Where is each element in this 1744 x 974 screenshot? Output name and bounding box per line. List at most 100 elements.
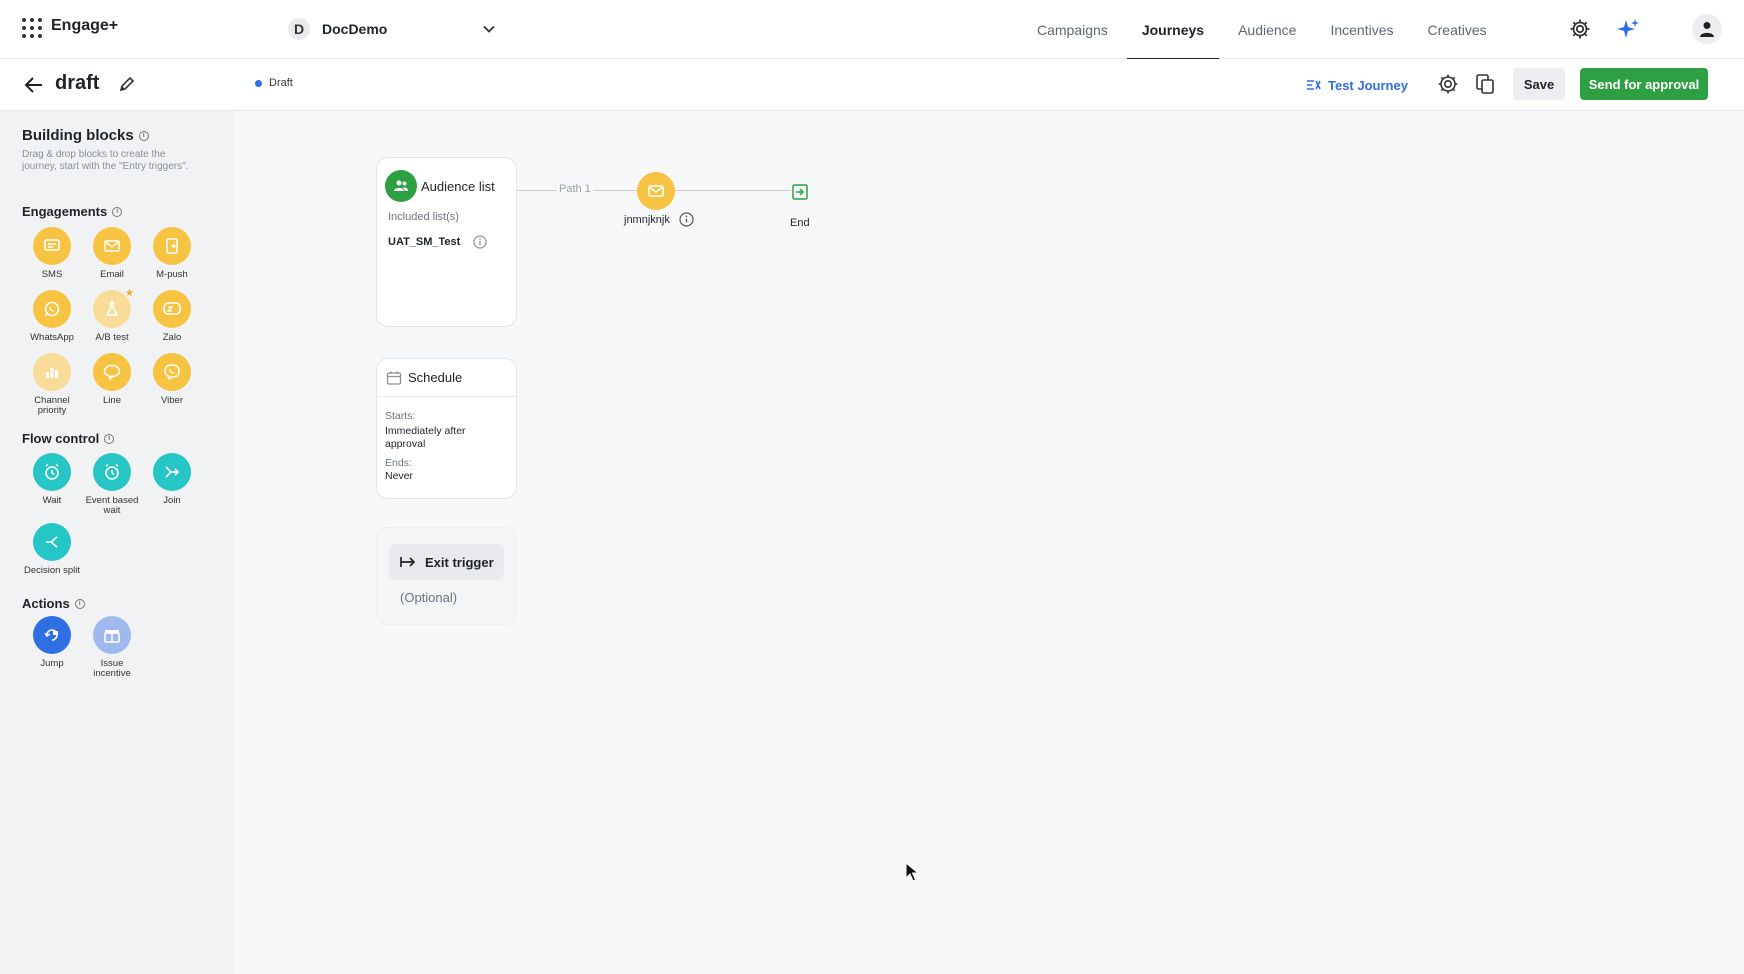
block-channel-priority[interactable]: Channel priority bbox=[22, 353, 82, 416]
settings-gear-icon[interactable] bbox=[1568, 17, 1592, 41]
block-viber[interactable]: Viber bbox=[142, 353, 202, 406]
ab-test-flask-icon: ★ bbox=[93, 288, 134, 328]
block-label: M-push bbox=[156, 269, 188, 280]
test-journey-button[interactable]: Test Journey bbox=[1306, 74, 1408, 96]
test-journey-label: Test Journey bbox=[1328, 77, 1408, 93]
nav-tab-incentives[interactable]: Incentives bbox=[1313, 0, 1410, 59]
journey-settings-icon[interactable] bbox=[1436, 72, 1460, 96]
save-button[interactable]: Save bbox=[1513, 68, 1565, 100]
decision-split-icon bbox=[33, 523, 71, 561]
info-icon[interactable]: i bbox=[112, 206, 123, 217]
whatsapp-icon bbox=[33, 290, 71, 328]
audience-list-card[interactable]: Audience list Included list(s) UAT_SM_Te… bbox=[376, 157, 517, 327]
block-line[interactable]: Line bbox=[82, 353, 142, 406]
back-arrow-icon[interactable] bbox=[22, 73, 46, 97]
nav-tab-creatives[interactable]: Creatives bbox=[1411, 0, 1504, 59]
schedule-starts-label: Starts: bbox=[385, 410, 416, 422]
workspace-name: DocDemo bbox=[322, 21, 388, 37]
block-label: Jump bbox=[40, 658, 64, 669]
schedule-card-header: Schedule bbox=[377, 359, 516, 397]
line-icon bbox=[93, 353, 131, 391]
block-label: Email bbox=[100, 269, 124, 280]
building-blocks-description: Drag & drop blocks to create the journey… bbox=[22, 149, 189, 172]
email-node[interactable] bbox=[637, 172, 675, 210]
building-blocks-title-text: Building blocks bbox=[22, 127, 134, 144]
status-dot bbox=[255, 79, 262, 87]
path-label: Path 1 bbox=[557, 183, 593, 195]
block-join[interactable]: Join bbox=[142, 453, 202, 506]
alarm-clock-icon bbox=[33, 453, 71, 491]
block-label: Wait bbox=[42, 495, 62, 506]
viber-icon bbox=[153, 353, 191, 391]
apps-grid-icon[interactable] bbox=[22, 18, 42, 38]
exit-trigger-optional: (Optional) bbox=[400, 590, 458, 605]
block-label: Join bbox=[163, 495, 181, 506]
jump-icon bbox=[33, 616, 71, 654]
calendar-icon bbox=[386, 371, 402, 385]
journey-title: draft bbox=[55, 72, 100, 94]
schedule-ends-value: Never bbox=[385, 470, 414, 482]
user-avatar[interactable] bbox=[1692, 14, 1722, 44]
schedule-ends-label: Ends: bbox=[385, 457, 412, 469]
block-event-based-wait[interactable]: Event based wait bbox=[82, 453, 142, 516]
chevron-down-icon bbox=[483, 25, 495, 33]
ai-sparkle-icon[interactable] bbox=[1616, 17, 1640, 41]
building-blocks-title: Building blocks i bbox=[22, 127, 149, 144]
status-badge: Draft bbox=[255, 77, 293, 89]
nav-tab-audience[interactable]: Audience bbox=[1221, 0, 1313, 59]
engagements-heading: Engagements i bbox=[22, 204, 123, 219]
nav-tab-campaigns[interactable]: Campaigns bbox=[1020, 0, 1125, 59]
block-label: Line bbox=[103, 395, 121, 406]
zalo-icon bbox=[153, 290, 191, 328]
audience-list-name: UAT_SM_Test bbox=[388, 236, 461, 248]
block-email[interactable]: Email bbox=[82, 227, 142, 280]
info-icon[interactable] bbox=[679, 212, 694, 227]
new-star-icon: ★ bbox=[125, 288, 134, 299]
workspace-selector[interactable]: D DocDemo bbox=[288, 16, 496, 42]
brand-name: Engage+ bbox=[51, 17, 119, 34]
info-icon[interactable]: i bbox=[104, 433, 115, 444]
block-label: A/B test bbox=[95, 332, 129, 343]
block-whatsapp[interactable]: WhatsApp bbox=[22, 290, 82, 343]
info-icon[interactable] bbox=[473, 235, 487, 249]
info-icon[interactable]: i bbox=[74, 598, 85, 609]
engagements-title: Engagements bbox=[22, 204, 108, 219]
audience-included-label: Included list(s) bbox=[388, 211, 459, 223]
join-merge-icon bbox=[153, 453, 191, 491]
event-clock-icon bbox=[93, 453, 131, 491]
top-navbar: Engage+ D DocDemo Campaigns Journeys Aud… bbox=[0, 0, 1744, 60]
block-label: Event based wait bbox=[85, 495, 139, 516]
block-sms[interactable]: SMS bbox=[22, 227, 82, 280]
building-blocks-sidebar: Building blocks i Drag & drop blocks to … bbox=[0, 111, 234, 974]
exit-trigger-label: Exit trigger bbox=[425, 554, 494, 570]
block-label: WhatsApp bbox=[30, 332, 74, 343]
edit-pencil-icon[interactable] bbox=[118, 75, 136, 93]
block-wait[interactable]: Wait bbox=[22, 453, 82, 506]
block-label: SMS bbox=[41, 269, 63, 280]
audience-card-header: Audience list bbox=[385, 170, 495, 202]
connector-line bbox=[675, 190, 791, 191]
block-zalo[interactable]: Zalo bbox=[142, 290, 202, 343]
block-label: Issue incentive bbox=[93, 658, 131, 679]
block-decision-split[interactable]: Decision split bbox=[22, 523, 82, 576]
end-label: End bbox=[790, 217, 810, 229]
block-issue-incentive[interactable]: Issue incentive bbox=[82, 616, 142, 679]
exit-arrow-icon bbox=[400, 557, 416, 567]
workspace-avatar: D bbox=[288, 18, 310, 40]
block-label: Zalo bbox=[162, 332, 182, 343]
actions-heading: Actions i bbox=[22, 596, 85, 611]
block-jump[interactable]: Jump bbox=[22, 616, 82, 669]
test-journey-icon bbox=[1307, 80, 1321, 90]
nav-tab-journeys[interactable]: Journeys bbox=[1125, 0, 1221, 60]
end-exit-icon bbox=[792, 184, 808, 200]
duplicate-icon[interactable] bbox=[1473, 72, 1497, 96]
block-ab-test[interactable]: ★ A/B test bbox=[82, 288, 142, 343]
block-mpush[interactable]: M-push bbox=[142, 227, 202, 280]
status-text: Draft bbox=[269, 77, 293, 89]
block-label: Decision split bbox=[24, 565, 80, 576]
user-icon bbox=[1700, 22, 1714, 37]
info-icon[interactable]: i bbox=[138, 130, 149, 141]
schedule-card[interactable]: Schedule Starts: Immediately after appro… bbox=[376, 358, 517, 499]
send-for-approval-button[interactable]: Send for approval bbox=[1580, 68, 1708, 100]
exit-trigger-button[interactable]: Exit trigger bbox=[389, 544, 504, 580]
